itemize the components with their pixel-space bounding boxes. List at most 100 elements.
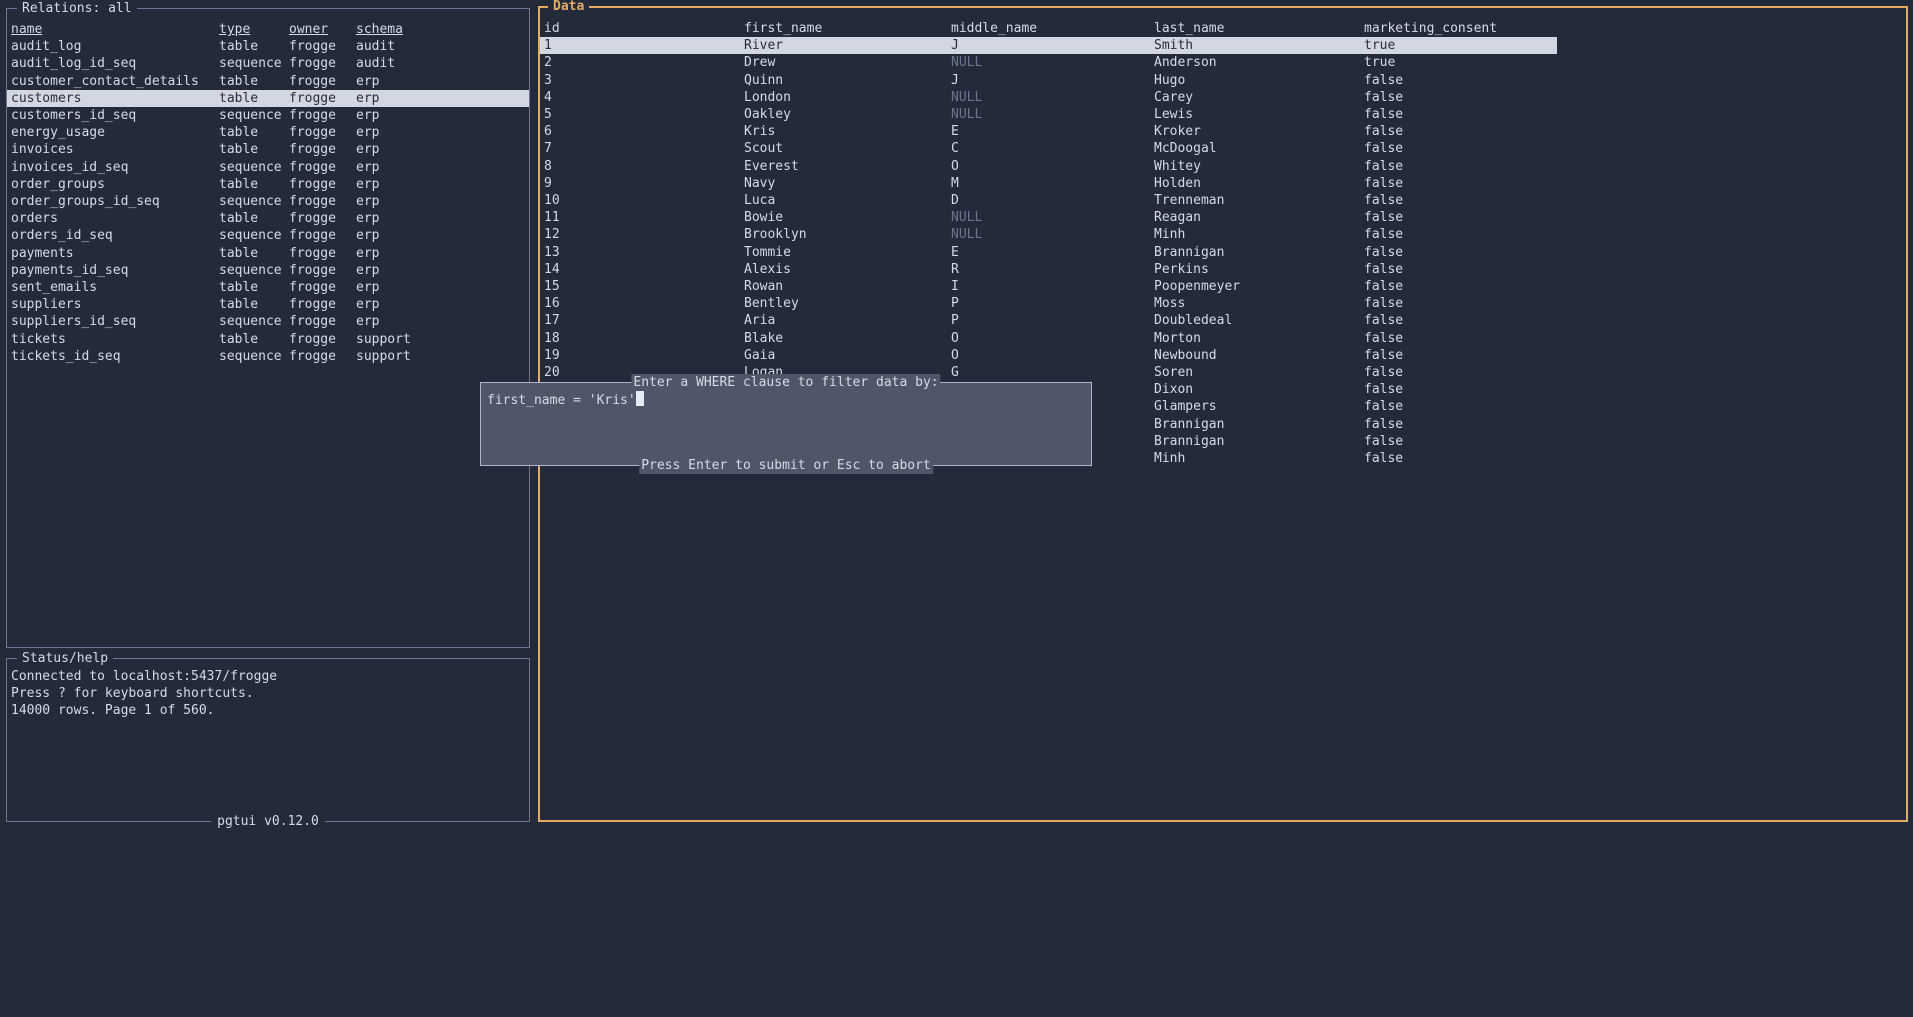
relation-row[interactable]: payments_id_seqsequencefroggeerp [7, 262, 529, 279]
relation-row-cell-type: sequence [219, 348, 289, 365]
data-row[interactable]: 9NavyMHoldenfalse [540, 175, 1557, 192]
relations-body: audit_logtablefroggeauditaudit_log_id_se… [7, 38, 529, 365]
data-row-cell-first_name: Drew [744, 54, 951, 71]
data-row-cell-middle_name: E [951, 244, 1154, 261]
relation-row-cell-type: table [219, 38, 289, 55]
relation-row-cell-name: orders [11, 210, 219, 227]
data-row-cell-marketing_consent: false [1364, 158, 1557, 175]
relation-row-cell-name: payments_id_seq [11, 262, 219, 279]
relation-row-cell-type: sequence [219, 159, 289, 176]
data-row[interactable]: 13TommieEBranniganfalse [540, 244, 1557, 261]
data-row-cell-id: 1 [544, 37, 744, 54]
data-row[interactable]: 11BowieNULLReaganfalse [540, 209, 1557, 226]
data-row-cell-id: 8 [544, 158, 744, 175]
data-row-cell-marketing_consent: false [1364, 175, 1557, 192]
relation-row-cell-schema: erp [356, 279, 525, 296]
data-row-cell-marketing_consent: false [1364, 89, 1557, 106]
relation-row[interactable]: orderstablefroggeerp [7, 210, 529, 227]
relation-row[interactable]: order_groups_id_seqsequencefroggeerp [7, 193, 529, 210]
relation-row-cell-type: table [219, 331, 289, 348]
data-row[interactable]: 15RowanIPoopenmeyerfalse [540, 278, 1557, 295]
data-row-cell-last_name: Holden [1154, 175, 1364, 192]
data-row-cell-last_name: Carey [1154, 89, 1364, 106]
data-row-cell-first_name: Tommie [744, 244, 951, 261]
data-row[interactable]: 5OakleyNULLLewisfalse [540, 106, 1557, 123]
data-row[interactable]: 4LondonNULLCareyfalse [540, 89, 1557, 106]
data-row[interactable]: 12BrooklynNULLMinhfalse [540, 226, 1557, 243]
data-row-cell-middle_name: J [951, 37, 1154, 54]
status-panel: Status/help Connected to localhost:5437/… [6, 658, 530, 822]
relation-row[interactable]: paymentstablefroggeerp [7, 245, 529, 262]
data-row-cell-id: 11 [544, 209, 744, 226]
data-row-cell-last_name: McDoogal [1154, 140, 1364, 157]
relation-row[interactable]: invoices_id_seqsequencefroggeerp [7, 159, 529, 176]
relation-row[interactable]: audit_log_id_seqsequencefroggeaudit [7, 55, 529, 72]
data-row-cell-middle_name: NULL [951, 226, 1154, 243]
data-row[interactable]: 2DrewNULLAndersontrue [540, 54, 1557, 71]
relation-row-cell-name: customers_id_seq [11, 107, 219, 124]
data-row[interactable]: 7ScoutCMcDoogalfalse [540, 140, 1557, 157]
relation-row-cell-owner: frogge [289, 193, 356, 210]
relation-row-cell-schema: erp [356, 245, 525, 262]
data-row-cell-middle_name: P [951, 295, 1154, 312]
relation-row[interactable]: tickets_id_seqsequencefroggesupport [7, 348, 529, 365]
relations-header-schema: schema [356, 21, 525, 38]
relation-row[interactable]: supplierstablefroggeerp [7, 296, 529, 313]
data-header: idfirst_namemiddle_namelast_namemarketin… [540, 20, 1557, 37]
data-header-first_name: first_name [744, 20, 951, 37]
data-row[interactable]: 19GaiaONewboundfalse [540, 347, 1557, 364]
relation-row-cell-type: sequence [219, 107, 289, 124]
data-row-cell-last_name: Brannigan [1154, 433, 1364, 450]
relation-row[interactable]: customers_id_seqsequencefroggeerp [7, 107, 529, 124]
data-row[interactable]: 1RiverJSmithtrue [540, 37, 1557, 54]
relation-row[interactable]: suppliers_id_seqsequencefroggeerp [7, 313, 529, 330]
data-row[interactable]: 18BlakeOMortonfalse [540, 330, 1557, 347]
data-row-cell-first_name: Gaia [744, 347, 951, 364]
relation-row[interactable]: orders_id_seqsequencefroggeerp [7, 227, 529, 244]
relation-row-cell-name: invoices_id_seq [11, 159, 219, 176]
data-row-cell-id: 16 [544, 295, 744, 312]
data-row-cell-last_name: Minh [1154, 450, 1364, 467]
data-row-cell-marketing_consent: false [1364, 450, 1557, 467]
data-row[interactable]: 10LucaDTrennemanfalse [540, 192, 1557, 209]
data-row[interactable]: 14AlexisRPerkinsfalse [540, 261, 1557, 278]
data-row-cell-last_name: Doubledeal [1154, 312, 1364, 329]
data-row[interactable]: 8EverestOWhiteyfalse [540, 158, 1557, 175]
relation-row-cell-owner: frogge [289, 38, 356, 55]
data-row-cell-first_name: Bowie [744, 209, 951, 226]
relation-row[interactable]: invoicestablefroggeerp [7, 141, 529, 158]
data-row-cell-last_name: Anderson [1154, 54, 1364, 71]
relation-row[interactable]: sent_emailstablefroggeerp [7, 279, 529, 296]
relation-row-cell-type: sequence [219, 227, 289, 244]
relation-row[interactable]: energy_usagetablefroggeerp [7, 124, 529, 141]
relation-row-cell-owner: frogge [289, 159, 356, 176]
relation-row[interactable]: order_groupstablefroggeerp [7, 176, 529, 193]
data-row[interactable]: 6KrisEKrokerfalse [540, 123, 1557, 140]
data-row[interactable]: 17AriaPDoubledealfalse [540, 312, 1557, 329]
relation-row-cell-schema: erp [356, 176, 525, 193]
data-row-cell-marketing_consent: false [1364, 244, 1557, 261]
data-row-cell-last_name: Glampers [1154, 398, 1364, 415]
relation-row-cell-owner: frogge [289, 296, 356, 313]
data-row-cell-last_name: Brannigan [1154, 244, 1364, 261]
relation-row[interactable]: customerstablefroggeerp [7, 90, 529, 107]
relation-row[interactable]: ticketstablefroggesupport [7, 331, 529, 348]
data-row-cell-first_name: Luca [744, 192, 951, 209]
relation-row-cell-schema: erp [356, 141, 525, 158]
relation-row[interactable]: audit_logtablefroggeaudit [7, 38, 529, 55]
relations-header: nametypeownerschema [7, 21, 529, 38]
data-header-middle_name: middle_name [951, 20, 1154, 37]
status-row-count: 14000 rows. Page 1 of 560. [11, 702, 525, 719]
where-clause-modal-hint: Press Enter to submit or Esc to abort [639, 457, 933, 474]
data-row-cell-marketing_consent: false [1364, 433, 1557, 450]
app-version: pgtui v0.12.0 [211, 813, 325, 830]
data-row-cell-id: 2 [544, 54, 744, 71]
relations-header-type: type [219, 21, 289, 38]
data-panel-title: Data [548, 0, 589, 15]
data-row-cell-last_name: Trenneman [1154, 192, 1364, 209]
relation-row-cell-owner: frogge [289, 141, 356, 158]
data-row[interactable]: 3QuinnJHugofalse [540, 72, 1557, 89]
data-row-cell-last_name: Smith [1154, 37, 1364, 54]
relation-row[interactable]: customer_contact_detailstablefroggeerp [7, 73, 529, 90]
data-row[interactable]: 16BentleyPMossfalse [540, 295, 1557, 312]
